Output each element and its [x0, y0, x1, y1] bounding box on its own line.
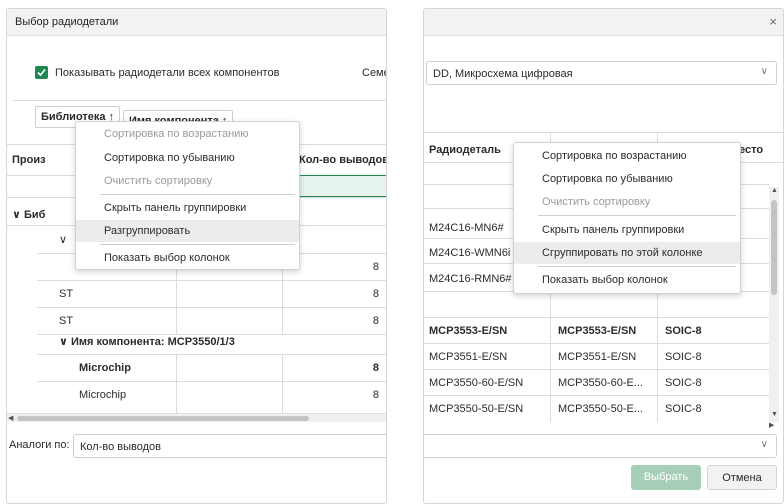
- cell-pins: 8: [372, 315, 379, 327]
- chevron-down-icon[interactable]: ∨: [59, 233, 67, 246]
- cell-component: MCP3550-50-E...: [558, 403, 643, 415]
- menu-item-hide-group-panel[interactable]: Скрыть панель группировки: [514, 219, 740, 241]
- cell-package: SOIC-8: [665, 325, 702, 337]
- table-row[interactable]: Microchip 8: [37, 354, 386, 381]
- cell-manufacturer: Microchip: [79, 389, 127, 401]
- menu-item-column-chooser[interactable]: Показать выбор колонок: [514, 269, 740, 291]
- chevron-down-icon: ∨: [760, 66, 768, 77]
- chevron-down-icon: ∨: [760, 439, 768, 450]
- scroll-up-icon[interactable]: ▲: [771, 187, 778, 194]
- cell-part: MCP3553-E/SN: [429, 325, 508, 337]
- family-label: Семе: [362, 67, 387, 79]
- table-row[interactable]: MCP3550-60-E/SN MCP3550-60-E... SOIC-8: [424, 369, 769, 395]
- menu-separator: [100, 244, 295, 245]
- table-row[interactable]: MCP3550-50-E/SN MCP3550-50-E... SOIC-8: [424, 395, 769, 419]
- cell-component: MCP3553-E/SN: [558, 325, 637, 337]
- cell-package: SOIC-8: [665, 377, 702, 389]
- horizontal-scrollbar[interactable]: ◀: [7, 413, 386, 422]
- cell-pins: 8: [372, 362, 379, 374]
- header-top-border: [424, 132, 783, 133]
- menu-separator: [100, 194, 295, 195]
- menu-separator: [538, 266, 736, 267]
- scroll-right-icon[interactable]: ▶: [769, 421, 774, 429]
- table-row[interactable]: Microchip 8: [37, 381, 386, 408]
- cell-pins: 8: [372, 389, 379, 401]
- cell-manufacturer: ST: [59, 315, 74, 327]
- table-row[interactable]: ST 8: [37, 280, 386, 307]
- analogs-select-right[interactable]: ∨: [424, 434, 777, 458]
- menu-item-group-by-column[interactable]: Сгруппировать по этой колонке: [514, 242, 740, 264]
- cell-part[interactable]: M24C16-WMN6i: [429, 247, 510, 259]
- menu-item-sort-desc[interactable]: Сортировка по убыванию: [76, 147, 299, 169]
- analogs-select[interactable]: Кол-во выводов: [73, 434, 386, 458]
- group-row-library[interactable]: ∨ Биб: [12, 208, 45, 221]
- cell-part: MCP3550-50-E/SN: [429, 403, 524, 415]
- column-header-place[interactable]: есто: [739, 144, 763, 156]
- cell-package: SOIC-8: [665, 403, 702, 415]
- cell-pins: 8: [372, 288, 379, 300]
- type-select[interactable]: DD, Микросхема цифровая ∨: [426, 61, 777, 85]
- dialog-title: Выбор радиодетали: [15, 16, 119, 28]
- group-row-component[interactable]: ∨ Имя компонента: MCP3550/1/3: [59, 335, 235, 348]
- cancel-button[interactable]: Отмена: [707, 465, 777, 490]
- menu-item-sort-desc[interactable]: Сортировка по убыванию: [514, 168, 740, 190]
- show-all-checkbox[interactable]: [35, 66, 48, 79]
- right-context-menu: Сортировка по возрастанию Сортировка по …: [513, 142, 741, 294]
- select-button[interactable]: Выбрать: [631, 465, 701, 490]
- cell-component: MCP3551-E/SN: [558, 351, 637, 363]
- menu-item-clear-sort[interactable]: Очистить сортировку: [514, 191, 740, 213]
- cell-part[interactable]: M24C16-RMN6#: [429, 273, 512, 285]
- chevron-down-icon: ∨: [59, 336, 71, 348]
- chevron-down-icon: ∨: [12, 209, 24, 221]
- column-header-part[interactable]: Радиодеталь: [429, 144, 501, 156]
- table-row[interactable]: MCP3551-E/SN MCP3551-E/SN SOIC-8: [424, 343, 769, 369]
- menu-item-ungroup[interactable]: Разгруппировать: [76, 220, 299, 242]
- analogs-label: Аналоги по:: [9, 439, 70, 451]
- table-row[interactable]: ST 8: [37, 307, 386, 334]
- cell-part: MCP3550-60-E/SN: [429, 377, 524, 389]
- cell-manufacturer: Microchip: [79, 362, 131, 374]
- group-panel-border: [13, 100, 386, 101]
- table-row[interactable]: MCP3553-E/SN MCP3553-E/SN SOIC-8: [424, 317, 769, 343]
- cell-package: SOIC-8: [665, 351, 702, 363]
- column-header-manufacturer[interactable]: Произ: [12, 154, 46, 166]
- cell-component: MCP3550-60-E...: [558, 377, 643, 389]
- scrollbar-thumb[interactable]: [771, 200, 777, 295]
- menu-item-hide-group-panel[interactable]: Скрыть панель группировки: [76, 197, 299, 219]
- show-all-label: Показывать радиодетали всех компонентов: [55, 67, 280, 79]
- menu-item-clear-sort[interactable]: Очистить сортировку: [76, 170, 299, 192]
- right-titlebar: ×: [424, 9, 783, 36]
- vertical-scrollbar[interactable]: ▲ ▼: [769, 187, 779, 422]
- scroll-down-icon[interactable]: ▼: [771, 411, 778, 418]
- menu-item-sort-asc[interactable]: Сортировка по возрастанию: [514, 145, 740, 167]
- menu-separator: [538, 215, 736, 216]
- column-header-pins[interactable]: Кол-во выводов: [299, 154, 386, 166]
- scroll-left-icon[interactable]: ◀: [8, 414, 13, 422]
- check-icon: [37, 68, 46, 77]
- menu-item-column-chooser[interactable]: Показать выбор колонок: [76, 247, 299, 269]
- cell-part: MCP3551-E/SN: [429, 351, 508, 363]
- close-icon[interactable]: ×: [769, 14, 777, 29]
- cell-manufacturer: ST: [59, 288, 74, 300]
- scrollbar-thumb[interactable]: [17, 416, 309, 421]
- cell-part[interactable]: M24C16-MN6#: [429, 222, 504, 234]
- menu-item-sort-asc[interactable]: Сортировка по возрастанию: [76, 123, 299, 145]
- left-titlebar: Выбор радиодетали: [7, 9, 386, 36]
- left-context-menu: Сортировка по возрастанию Сортировка по …: [75, 121, 300, 270]
- cell-pins: 8: [372, 261, 379, 273]
- type-select-value: DD, Микросхема цифровая: [433, 68, 573, 80]
- analogs-select-value: Кол-во выводов: [80, 441, 161, 453]
